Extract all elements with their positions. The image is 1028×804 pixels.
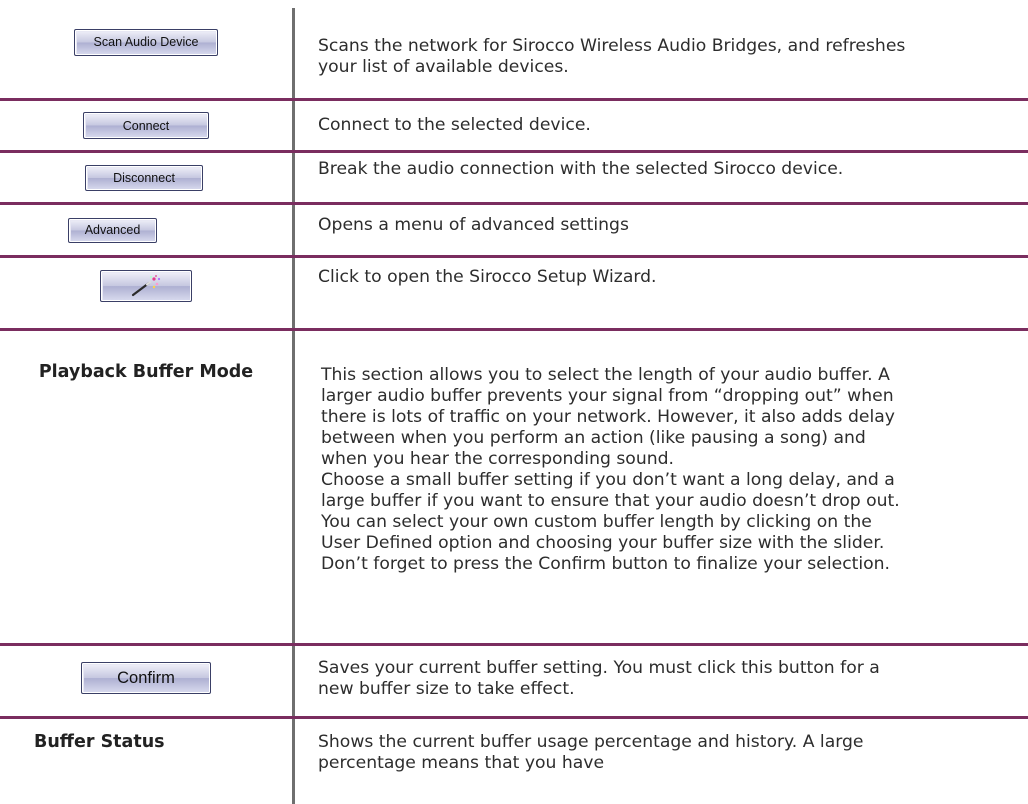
playback-buffer-mode-label: Playback Buffer Mode xyxy=(38,362,254,382)
disconnect-description: Break the audio connection with the sele… xyxy=(318,159,844,179)
row-buffer-status: Buffer Status Shows the current buffer u… xyxy=(0,719,1028,804)
row-connect: Connect Connect to the selected device. xyxy=(0,101,1028,150)
playback-buffer-mode-description: This section allows you to select the le… xyxy=(321,365,900,574)
confirm-description: Saves your current buffer setting. You m… xyxy=(318,658,880,699)
scan-audio-device-button[interactable]: Scan Audio Device xyxy=(74,28,218,56)
row-setup-wizard: Click to open the Sirocco Setup Wizard. xyxy=(0,258,1028,328)
advanced-button[interactable]: Advanced xyxy=(68,217,157,243)
magic-wand-icon xyxy=(131,275,161,297)
row-confirm: Confirm Saves your current buffer settin… xyxy=(0,646,1028,716)
disconnect-button[interactable]: Disconnect xyxy=(85,164,203,191)
advanced-description: Opens a menu of advanced settings xyxy=(318,215,629,235)
document-page: Scan Audio Device Scans the network for … xyxy=(0,0,1028,804)
row-disconnect: Disconnect Break the audio connection wi… xyxy=(0,153,1028,202)
setup-wizard-button[interactable] xyxy=(100,270,192,302)
scan-description: Scans the network for Sirocco Wireless A… xyxy=(318,36,906,77)
setup-wizard-description: Click to open the Sirocco Setup Wizard. xyxy=(318,267,657,287)
row-advanced: Advanced Opens a menu of advanced settin… xyxy=(0,205,1028,255)
row-playback-buffer-mode: Playback Buffer Mode This section allows… xyxy=(0,331,1028,643)
connect-button[interactable]: Connect xyxy=(83,112,209,139)
row-scan-audio-device: Scan Audio Device Scans the network for … xyxy=(0,0,1028,98)
buffer-status-label: Buffer Status xyxy=(34,732,165,752)
connect-description: Connect to the selected device. xyxy=(318,115,591,135)
buffer-status-description: Shows the current buffer usage percentag… xyxy=(318,732,864,773)
confirm-button[interactable]: Confirm xyxy=(81,662,211,694)
